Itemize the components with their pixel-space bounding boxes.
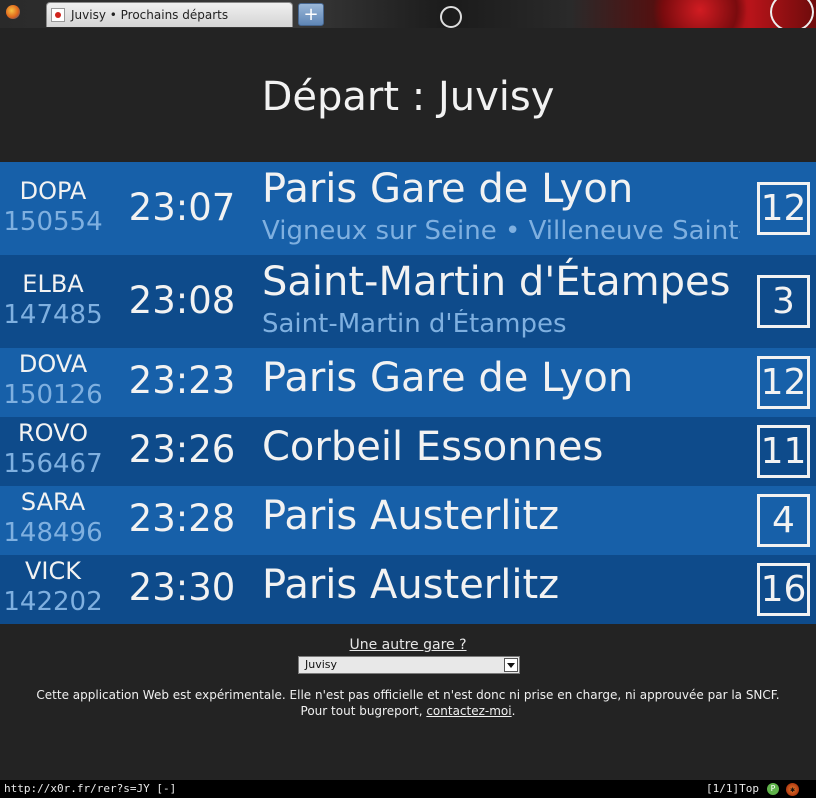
track-number: 16 — [757, 563, 810, 616]
train-number: 148496 — [3, 518, 103, 548]
departure-row: DOVA 150126 23:23 Paris Gare de Lyon 12 — [0, 348, 816, 417]
departure-row: ELBA 147485 23:08 Saint-Martin d'Étampes… — [0, 255, 816, 348]
bugreport-prefix: Pour tout bugreport, — [300, 704, 427, 718]
departure-time: 23:07 — [128, 186, 236, 229]
mission-code: VICK — [25, 557, 81, 585]
track-number: 3 — [757, 275, 810, 328]
contact-link[interactable]: contactez-moi — [426, 704, 511, 718]
theme-decoration — [770, 0, 814, 28]
station-select[interactable]: Juvisy — [298, 656, 520, 674]
bugreport-suffix: . — [511, 704, 516, 718]
other-station-link[interactable]: Une autre gare ? — [0, 637, 816, 653]
theme-decoration — [440, 6, 462, 28]
destination: Paris Gare de Lyon — [262, 355, 634, 401]
browser-tab-bar: Juvisy • Prochains départs + — [0, 0, 816, 28]
destination: Corbeil Essonnes — [262, 424, 604, 470]
track-number: 12 — [757, 182, 810, 235]
served-stations: Vigneux sur Seine • Villeneuve Saint- — [262, 216, 740, 246]
page-title: Départ : Juvisy — [261, 74, 555, 120]
departure-time: 23:28 — [128, 497, 236, 540]
train-number: 156467 — [3, 449, 103, 479]
mission-code: SARA — [20, 488, 86, 516]
browser-tab[interactable]: Juvisy • Prochains départs — [46, 2, 293, 27]
destination: Saint-Martin d'Étampes — [262, 259, 731, 305]
status-bar: http://x0r.fr/rer?s=JY [-] [1/1]Top P ✱ — [0, 780, 816, 798]
chevron-down-icon[interactable] — [504, 658, 518, 672]
departure-time: 23:08 — [128, 279, 236, 322]
destination: Paris Austerlitz — [262, 493, 560, 539]
train-number: 147485 — [3, 300, 103, 330]
tab-title: Juvisy • Prochains départs — [71, 8, 229, 22]
departures-board: DOPA 150554 23:07 Paris Gare de Lyon Vig… — [0, 162, 816, 624]
departure-row: SARA 148496 23:28 Paris Austerlitz 4 — [0, 486, 816, 555]
status-url: http://x0r.fr/rer?s=JY [-] — [4, 782, 177, 795]
favicon-icon — [51, 8, 65, 22]
departure-row: VICK 142202 23:30 Paris Austerlitz 16 — [0, 555, 816, 624]
status-badge[interactable]: P — [767, 783, 779, 795]
bug-icon[interactable]: ✱ — [786, 783, 799, 796]
mission-code: DOVA — [18, 350, 88, 378]
destination: Paris Austerlitz — [262, 562, 560, 608]
departure-time: 23:30 — [128, 566, 236, 609]
departure-row: ROVO 156467 23:26 Corbeil Essonnes 11 — [0, 417, 816, 486]
firefox-icon[interactable] — [6, 5, 20, 19]
bugreport-line: Pour tout bugreport, contactez-moi. — [0, 703, 816, 719]
mission-code: ROVO — [17, 419, 89, 447]
train-number: 150554 — [3, 207, 103, 237]
status-position: [1/1]Top — [706, 782, 759, 795]
theme-decoration — [640, 0, 760, 28]
served-stations: Saint-Martin d'Étampes — [262, 309, 567, 339]
disclaimer-text: Cette application Web est expérimentale.… — [36, 688, 780, 702]
mission-code: DOPA — [19, 177, 87, 205]
new-tab-button[interactable]: + — [298, 3, 324, 26]
train-number: 150126 — [3, 380, 103, 410]
departure-time: 23:26 — [128, 428, 236, 471]
station-select-value: Juvisy — [305, 658, 338, 671]
mission-code: ELBA — [22, 270, 84, 298]
track-number: 11 — [757, 425, 810, 478]
departure-time: 23:23 — [128, 359, 236, 402]
destination: Paris Gare de Lyon — [262, 166, 634, 212]
train-number: 142202 — [3, 587, 103, 617]
departure-row: DOPA 150554 23:07 Paris Gare de Lyon Vig… — [0, 162, 816, 255]
disclaimer: Cette application Web est expérimentale.… — [0, 687, 816, 719]
track-number: 4 — [757, 494, 810, 547]
track-number: 12 — [757, 356, 810, 409]
